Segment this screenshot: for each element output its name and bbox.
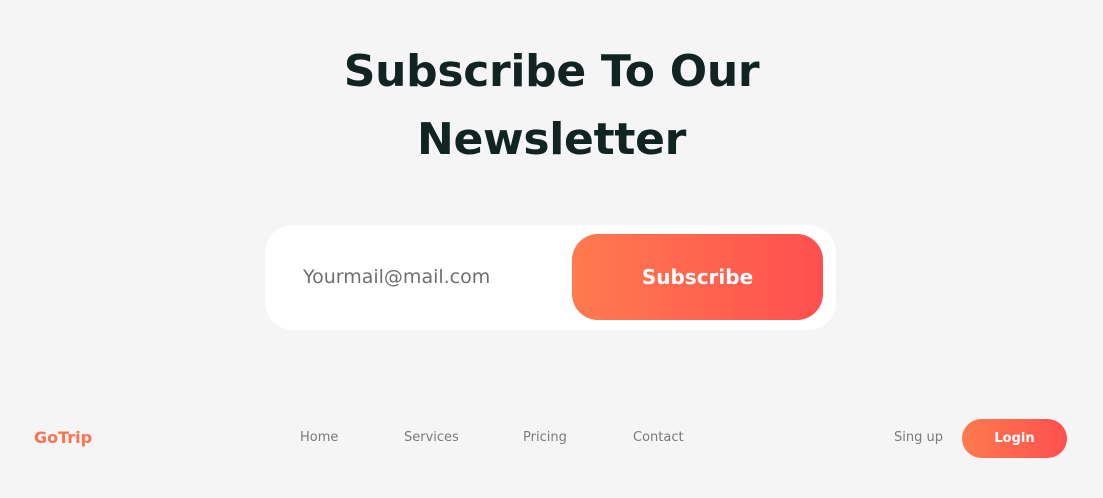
signup-link[interactable]: Sing up xyxy=(894,430,943,445)
nav-pricing-link[interactable]: Pricing xyxy=(523,430,567,445)
login-button[interactable]: Login xyxy=(962,419,1067,458)
nav-home-link[interactable]: Home xyxy=(300,430,338,445)
newsletter-title: Subscribe To Our Newsletter xyxy=(0,38,1103,174)
footer-navigation: GoTrip Home Services Pricing Contact Sin… xyxy=(0,418,1103,458)
subscribe-form: Subscribe xyxy=(265,225,836,330)
gotrip-logo[interactable]: GoTrip xyxy=(34,428,92,447)
newsletter-title-line-1: Subscribe To Our xyxy=(343,46,760,97)
nav-contact-link[interactable]: Contact xyxy=(633,430,684,445)
newsletter-title-line-2: Newsletter xyxy=(416,114,687,165)
subscribe-button[interactable]: Subscribe xyxy=(572,234,823,320)
email-input[interactable] xyxy=(303,253,563,301)
nav-services-link[interactable]: Services xyxy=(404,430,459,445)
